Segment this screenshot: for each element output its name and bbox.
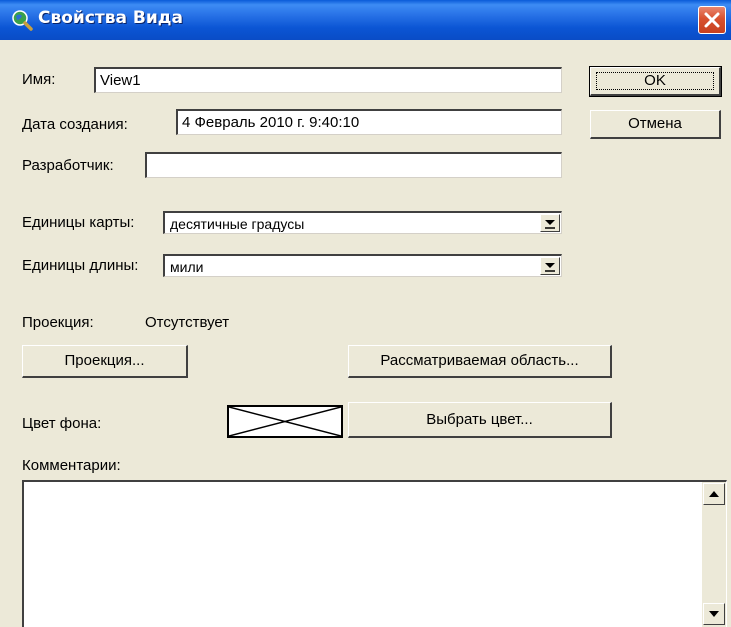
window-title: Свойства Вида <box>38 8 183 28</box>
arrow-up-icon <box>709 491 719 497</box>
map-units-value: десятичные градусы <box>170 216 305 232</box>
no-color-icon <box>228 406 342 437</box>
projection-button-label: Проекция... <box>64 352 145 369</box>
scroll-up-button[interactable] <box>703 483 725 505</box>
focus-rect <box>596 72 714 90</box>
magnifier-globe-icon <box>10 8 34 32</box>
scroll-down-button[interactable] <box>703 603 725 625</box>
choose-color-button-label: Выбрать цвет... <box>426 411 533 428</box>
developer-field[interactable] <box>145 152 562 178</box>
view-properties-dialog: Свойства Вида Имя: View1 Дата создания: … <box>0 0 731 627</box>
chevron-down-icon <box>545 263 555 272</box>
comments-scrollbar[interactable] <box>702 482 726 627</box>
title-bar[interactable]: Свойства Вида <box>0 0 731 40</box>
chevron-down-icon <box>545 220 555 229</box>
length-units-dropdown-button[interactable] <box>540 257 560 275</box>
background-color-swatch[interactable] <box>227 405 343 438</box>
length-units-select[interactable]: мили <box>163 254 562 277</box>
length-units-value: мили <box>170 259 204 275</box>
length-units-label: Единицы длины: <box>22 257 139 274</box>
ok-button[interactable]: OK <box>589 66 722 97</box>
comments-textarea[interactable] <box>22 480 727 627</box>
cancel-button-label: Отмена <box>628 115 682 132</box>
arrow-down-icon <box>709 611 719 617</box>
projection-label: Проекция: <box>22 314 94 331</box>
developer-label: Разработчик: <box>22 157 114 174</box>
close-icon <box>704 12 720 28</box>
choose-color-button[interactable]: Выбрать цвет... <box>348 402 612 438</box>
cancel-button[interactable]: Отмена <box>590 110 721 139</box>
comments-label: Комментарии: <box>22 457 121 474</box>
map-units-select[interactable]: десятичные градусы <box>163 211 562 234</box>
close-button[interactable] <box>698 6 726 34</box>
view-extent-button-label: Рассматриваемая область... <box>380 352 579 369</box>
projection-value: Отсутствует <box>145 314 230 331</box>
map-units-label: Единицы карты: <box>22 214 135 231</box>
map-units-dropdown-button[interactable] <box>540 214 560 232</box>
view-extent-button[interactable]: Рассматриваемая область... <box>348 345 612 378</box>
projection-button[interactable]: Проекция... <box>22 345 188 378</box>
background-color-label: Цвет фона: <box>22 415 102 432</box>
name-field[interactable]: View1 <box>94 67 562 93</box>
created-date-label: Дата создания: <box>22 116 128 133</box>
name-label: Имя: <box>22 71 56 88</box>
created-date-field[interactable]: 4 Февраль 2010 г. 9:40:10 <box>176 109 562 135</box>
